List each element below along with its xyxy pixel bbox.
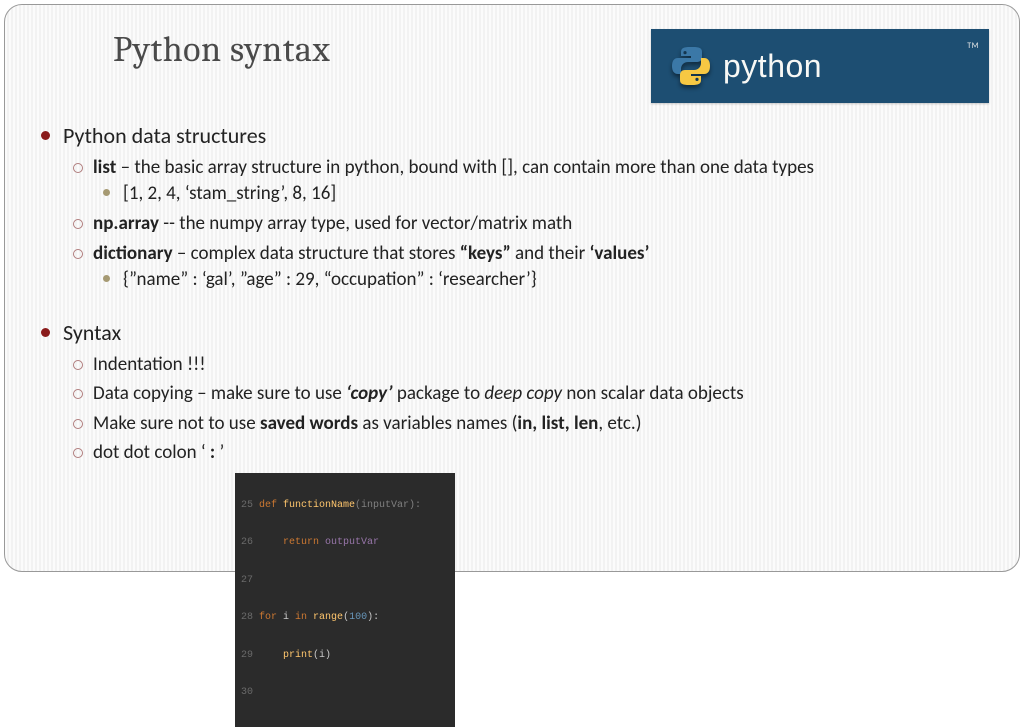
section-syntax: Syntax Indentation !!! Data copying – ma… xyxy=(35,318,989,467)
print-arg: (i) xyxy=(313,650,331,661)
title-row: Python syntax python TM xyxy=(35,29,989,103)
line-number: 28 xyxy=(235,612,259,625)
fn-print: print xyxy=(283,650,313,661)
dict-values: ‘values’ xyxy=(590,242,650,265)
desc-list: – the basic array structure in python, b… xyxy=(116,156,814,179)
python-logo: python TM xyxy=(651,29,989,103)
item-indent: Indentation !!! xyxy=(63,352,989,379)
line-number: 27 xyxy=(235,575,259,588)
copy-deep: deep copy xyxy=(484,382,562,405)
saved-mid: as variables names ( xyxy=(358,412,517,435)
saved-post: , etc.) xyxy=(598,412,641,435)
item-saved-words: Make sure not to use saved words as vari… xyxy=(63,411,989,438)
item-list: list – the basic array structure in pyth… xyxy=(63,155,989,208)
section-heading: Python data structures xyxy=(63,122,266,149)
kw-for: for xyxy=(259,612,283,623)
dict-mid: and their xyxy=(511,242,590,265)
kw-def: def xyxy=(259,500,283,511)
term-nparray: np.array xyxy=(93,212,159,235)
python-logo-word: python xyxy=(723,48,822,85)
line-number: 29 xyxy=(235,650,259,663)
slide-content: Python data structures list – the basic … xyxy=(35,121,989,727)
ret-var: outputVar xyxy=(325,537,379,548)
copy-pre: Data copying – make sure to use xyxy=(93,382,346,405)
section-heading-syntax: Syntax xyxy=(63,319,121,346)
copy-pkg: ‘copy’ xyxy=(346,382,392,405)
desc-nparray: -- the numpy array type, used for vector… xyxy=(159,212,572,235)
term-list: list xyxy=(93,156,116,179)
example-dict: {”name” : ‘gal’, ”age” : 29, “occupation… xyxy=(93,267,989,294)
item-dictionary: dictionary – complex data structure that… xyxy=(63,241,989,294)
slide-title: Python syntax xyxy=(113,29,330,70)
copy-mid: package to xyxy=(393,382,485,405)
saved-sw: saved words xyxy=(260,412,358,435)
slide-frame: Python syntax python TM Python data stru… xyxy=(4,4,1020,572)
section-data-structures: Python data structures list – the basic … xyxy=(35,121,989,294)
term-dict: dictionary xyxy=(93,242,173,265)
line-number: 25 xyxy=(235,500,259,513)
spacer xyxy=(35,300,989,318)
fn-name: functionName xyxy=(283,500,355,511)
line-number: 30 xyxy=(235,687,259,700)
fn-args: (inputVar): xyxy=(355,500,421,511)
python-logo-icon xyxy=(669,44,713,88)
copy-post: non scalar data objects xyxy=(562,382,744,405)
item-colon: dot dot colon ‘ : ’ xyxy=(63,440,989,467)
colon-post: ’ xyxy=(215,441,224,464)
rp: ): xyxy=(367,612,379,623)
saved-pre: Make sure not to use xyxy=(93,412,260,435)
line-number: 26 xyxy=(235,537,259,550)
saved-ex: in, list, len xyxy=(517,412,598,435)
item-copy: Data copying – make sure to use ‘copy’ p… xyxy=(63,381,989,408)
desc-dict-pre: – complex data structure that stores xyxy=(173,242,460,265)
colon-pre: dot dot colon ‘ xyxy=(93,441,210,464)
kw-return: return xyxy=(283,537,325,548)
item-nparray: np.array -- the numpy array type, used f… xyxy=(63,211,989,238)
kw-in: in xyxy=(289,612,313,623)
num: 100 xyxy=(349,612,367,623)
code-snippet: 25def functionName(inputVar): 26 return … xyxy=(235,473,455,727)
example-list: [1, 2, 4, ‘stam_string’, 8, 16] xyxy=(93,181,989,208)
dict-keys: “keys” xyxy=(460,242,511,265)
python-logo-tm: TM xyxy=(967,41,979,51)
fn-range: range xyxy=(313,612,343,623)
